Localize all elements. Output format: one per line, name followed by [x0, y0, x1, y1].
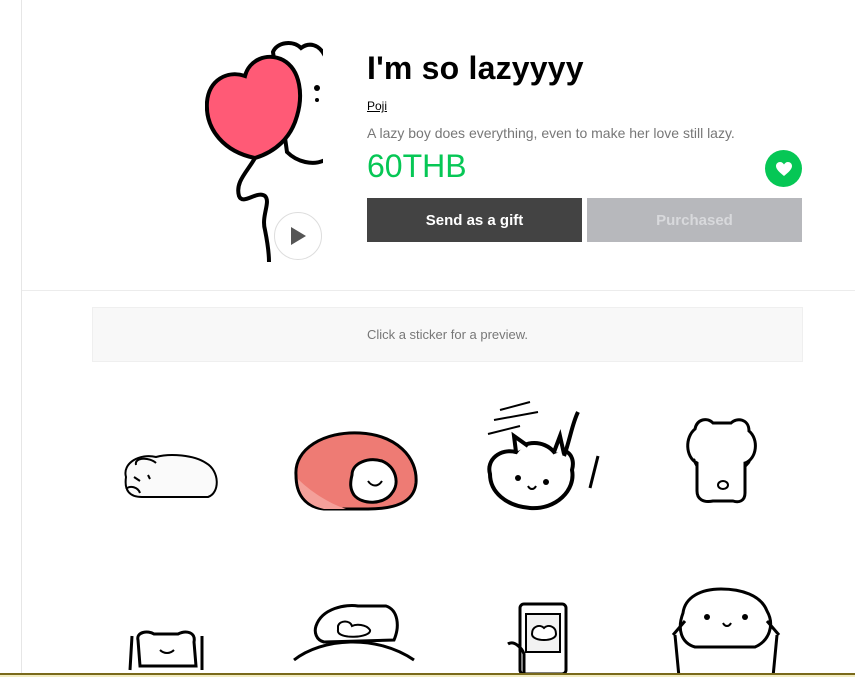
- sticker-price: 60THB: [367, 148, 467, 184]
- sticker-item[interactable]: [90, 405, 250, 535]
- sticker-item[interactable]: [276, 405, 436, 535]
- sticker-item[interactable]: [90, 590, 250, 677]
- heart-icon: [775, 161, 792, 176]
- sticker-item[interactable]: [276, 590, 436, 677]
- play-icon: [291, 227, 306, 245]
- sticker-title: I'm so lazyyyy: [367, 50, 584, 86]
- author-link[interactable]: Poji: [367, 99, 387, 113]
- preview-hint: Click a sticker for a preview.: [366, 327, 529, 342]
- favorite-button[interactable]: [765, 150, 802, 187]
- sticker-item[interactable]: [645, 405, 805, 535]
- sticker-item[interactable]: [460, 590, 620, 677]
- sticker-description: A lazy boy does everything, even to make…: [367, 125, 735, 141]
- send-as-gift-button[interactable]: Send as a gift: [367, 198, 582, 242]
- sticker-item[interactable]: [460, 400, 620, 530]
- preview-area: Click a sticker for a preview.: [92, 307, 803, 362]
- purchased-button[interactable]: Purchased: [587, 198, 802, 242]
- sticker-item[interactable]: [645, 585, 805, 678]
- play-button[interactable]: [274, 212, 322, 260]
- left-border: [21, 0, 22, 677]
- section-divider: [22, 290, 855, 291]
